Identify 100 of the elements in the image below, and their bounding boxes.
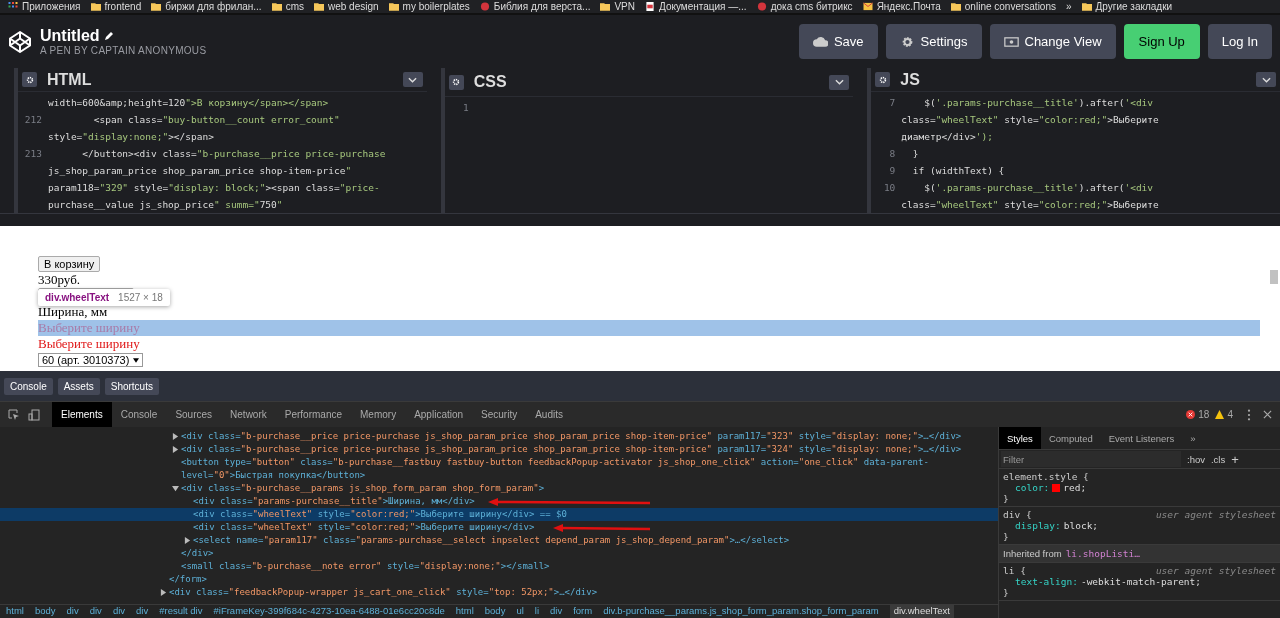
expanded-arrow-icon[interactable] bbox=[172, 485, 179, 492]
breadcrumb[interactable]: form bbox=[573, 605, 593, 618]
pen-bar-button[interactable]: Shortcuts bbox=[104, 377, 159, 395]
bookmark[interactable]: Другие закладки bbox=[1081, 0, 1173, 13]
breadcrumb[interactable]: body bbox=[34, 605, 56, 618]
dom-node[interactable]: <small class="b-purchase__note error" style="display:none;"></small> bbox=[181, 560, 550, 573]
chevron-down-icon[interactable] bbox=[402, 72, 423, 87]
css-property[interactable]: display: bbox=[1015, 520, 1061, 531]
breadcrumb[interactable]: html bbox=[455, 605, 474, 618]
bookmark[interactable]: биржи для фрилан... bbox=[151, 0, 262, 13]
bookmark[interactable]: online conversations bbox=[950, 0, 1056, 13]
error-count[interactable]: 18 bbox=[1198, 409, 1210, 420]
new-rule-button[interactable]: + bbox=[1231, 451, 1239, 467]
class-toggle[interactable]: .cls bbox=[1210, 453, 1226, 465]
dom-node[interactable]: <div class="feedbackPopup-wrapper js_cart_one_click" style="top: 52px;">…</div> bbox=[169, 586, 598, 599]
styles-tab[interactable]: Computed bbox=[1040, 427, 1101, 449]
closing-tag[interactable]: </form> bbox=[169, 573, 207, 586]
breadcrumb[interactable]: #result div bbox=[159, 605, 203, 618]
inspect-icon[interactable] bbox=[8, 408, 20, 421]
dom-node[interactable]: <div class="params-purchase__title">Ширина, мм</div> bbox=[193, 495, 475, 508]
breadcrumb[interactable]: div.wheelText bbox=[889, 605, 954, 618]
settings-button[interactable]: Settings bbox=[885, 24, 982, 59]
view-button[interactable]: Change View bbox=[989, 24, 1116, 59]
devtools-tab[interactable]: Elements bbox=[52, 402, 112, 427]
breadcrumb[interactable]: ul bbox=[516, 605, 524, 618]
bookmark[interactable]: my boilerplates bbox=[388, 0, 470, 13]
pen-bar-button[interactable]: Console bbox=[4, 377, 53, 395]
breadcrumb[interactable]: #iFrameKey-399f684c-4273-10ea-6488-01e6cc20c8de bbox=[213, 605, 445, 618]
pen-title[interactable]: Untitled bbox=[40, 27, 100, 45]
css-value[interactable]: -webkit-match-parent; bbox=[1080, 576, 1202, 587]
css-value[interactable]: block; bbox=[1063, 520, 1099, 531]
bookmark[interactable]: VPN bbox=[600, 0, 635, 13]
inherited-link[interactable]: li.shopListi… bbox=[1065, 548, 1140, 559]
size-select[interactable]: 60 (арт. 3010373) bbox=[38, 353, 144, 367]
breadcrumb[interactable]: div.b-purchase__params.js_shop_form_param.shop_form_param bbox=[603, 605, 879, 618]
devtools-tab[interactable]: Security bbox=[472, 402, 527, 427]
login-button[interactable]: Log In bbox=[1207, 24, 1272, 59]
filter-field[interactable]: Filter bbox=[1001, 451, 1181, 467]
breadcrumb[interactable]: div bbox=[66, 605, 79, 618]
more-icon[interactable] bbox=[1247, 408, 1251, 421]
breadcrumb[interactable]: body bbox=[484, 605, 506, 618]
device-icon[interactable] bbox=[28, 408, 40, 421]
collapsed-arrow-icon[interactable] bbox=[160, 589, 167, 596]
bookmark[interactable]: Библия для верста... bbox=[479, 0, 591, 13]
bookmark[interactable]: web design bbox=[314, 0, 379, 13]
devtools-tab[interactable]: Performance bbox=[275, 402, 351, 427]
devtools-tab[interactable]: Audits bbox=[526, 402, 572, 427]
chevron-down-icon[interactable] bbox=[1256, 72, 1276, 87]
settings-icon[interactable] bbox=[448, 74, 464, 90]
bookmark[interactable]: cms bbox=[271, 0, 304, 13]
hover-toggle[interactable]: :hov bbox=[1187, 453, 1205, 465]
error-icon[interactable] bbox=[1186, 410, 1196, 419]
settings-icon[interactable] bbox=[875, 72, 891, 87]
devtools-tab[interactable]: Console bbox=[111, 402, 167, 427]
code-editor[interactable] bbox=[867, 68, 1280, 213]
collapsed-arrow-icon[interactable] bbox=[172, 433, 179, 440]
save-button[interactable]: Save bbox=[798, 24, 878, 59]
dom-node[interactable]: <div class="b-purchase__params js_shop_form_param shop_form_param"> bbox=[181, 482, 545, 495]
dom-node[interactable]: <select name="param117" class="params-purchase__select inpselect depend_param js_shop_depend_param">…</select> bbox=[193, 534, 790, 547]
breadcrumb[interactable]: li bbox=[534, 605, 540, 618]
breadcrumb[interactable]: div bbox=[136, 605, 149, 618]
chevron-down-icon[interactable] bbox=[829, 74, 850, 90]
devtools-tab[interactable]: Application bbox=[405, 402, 473, 427]
color-swatch[interactable] bbox=[1052, 483, 1061, 492]
collapsed-arrow-icon[interactable] bbox=[184, 537, 191, 544]
collapsed-arrow-icon[interactable] bbox=[172, 446, 179, 453]
breadcrumb[interactable]: div bbox=[89, 605, 102, 618]
dom-node[interactable]: <button type="button" class="b-purchase__fastbuy fastbuy-button feedbackPopup-activator js_shop_one_click" action="one_click" data-parent-level="0">Быстрая покупка</button> bbox=[181, 456, 978, 482]
bookmark[interactable]: Яндекс.Почта bbox=[862, 0, 941, 13]
cart-button[interactable]: В корзину bbox=[38, 256, 101, 272]
bookmark[interactable]: frontend bbox=[90, 0, 142, 13]
css-property[interactable]: color: bbox=[1015, 482, 1050, 493]
close-icon[interactable] bbox=[1263, 410, 1272, 419]
bookmark[interactable]: Документация —... bbox=[645, 0, 747, 13]
breadcrumb[interactable]: div bbox=[112, 605, 126, 618]
pen-bar-button[interactable]: Assets bbox=[57, 377, 100, 395]
pencil-icon[interactable] bbox=[103, 31, 114, 41]
bookmark[interactable]: дока cms битрикс bbox=[756, 0, 853, 13]
cube-logo-icon[interactable] bbox=[8, 29, 32, 54]
styles-tab[interactable]: Styles bbox=[999, 427, 1041, 449]
css-value[interactable]: red; bbox=[1063, 482, 1087, 493]
code-editor[interactable]: CSS 1 bbox=[440, 68, 854, 213]
dom-node[interactable]: <div class="b-purchase__price price-purchase js_shop_param_price shop_param_price shop-item-price" param117="324" style="display: none;">…</div> bbox=[181, 443, 962, 456]
css-property[interactable]: text-align: bbox=[1015, 576, 1078, 587]
styles-tab[interactable]: Event Listeners bbox=[1100, 427, 1183, 449]
dom-node[interactable]: <div class="b-purchase__price price-purchase js_shop_param_price shop_param_price shop-item-price" param117="323" style="display: none;">…</div> bbox=[181, 430, 962, 443]
breadcrumb[interactable]: div bbox=[550, 605, 563, 618]
settings-icon[interactable] bbox=[22, 72, 37, 87]
breadcrumb[interactable]: html bbox=[6, 605, 24, 618]
warning-icon[interactable] bbox=[1215, 410, 1225, 419]
bookmark[interactable]: » bbox=[1066, 0, 1072, 13]
devtools-tab[interactable]: Network bbox=[221, 402, 276, 427]
styles-tab[interactable]: » bbox=[1182, 427, 1204, 449]
closing-tag[interactable]: </div> bbox=[181, 547, 214, 560]
bookmark[interactable]: Приложения bbox=[8, 0, 81, 13]
warning-count[interactable]: 4 bbox=[1227, 409, 1233, 420]
devtools-tab[interactable]: Memory bbox=[351, 402, 406, 427]
signup-button[interactable]: Sign Up bbox=[1123, 24, 1200, 59]
scrollbar[interactable] bbox=[1270, 270, 1278, 284]
dom-node[interactable]: <div class="wheelText" style="color:red;">Выберите ширину</div> bbox=[193, 521, 535, 534]
